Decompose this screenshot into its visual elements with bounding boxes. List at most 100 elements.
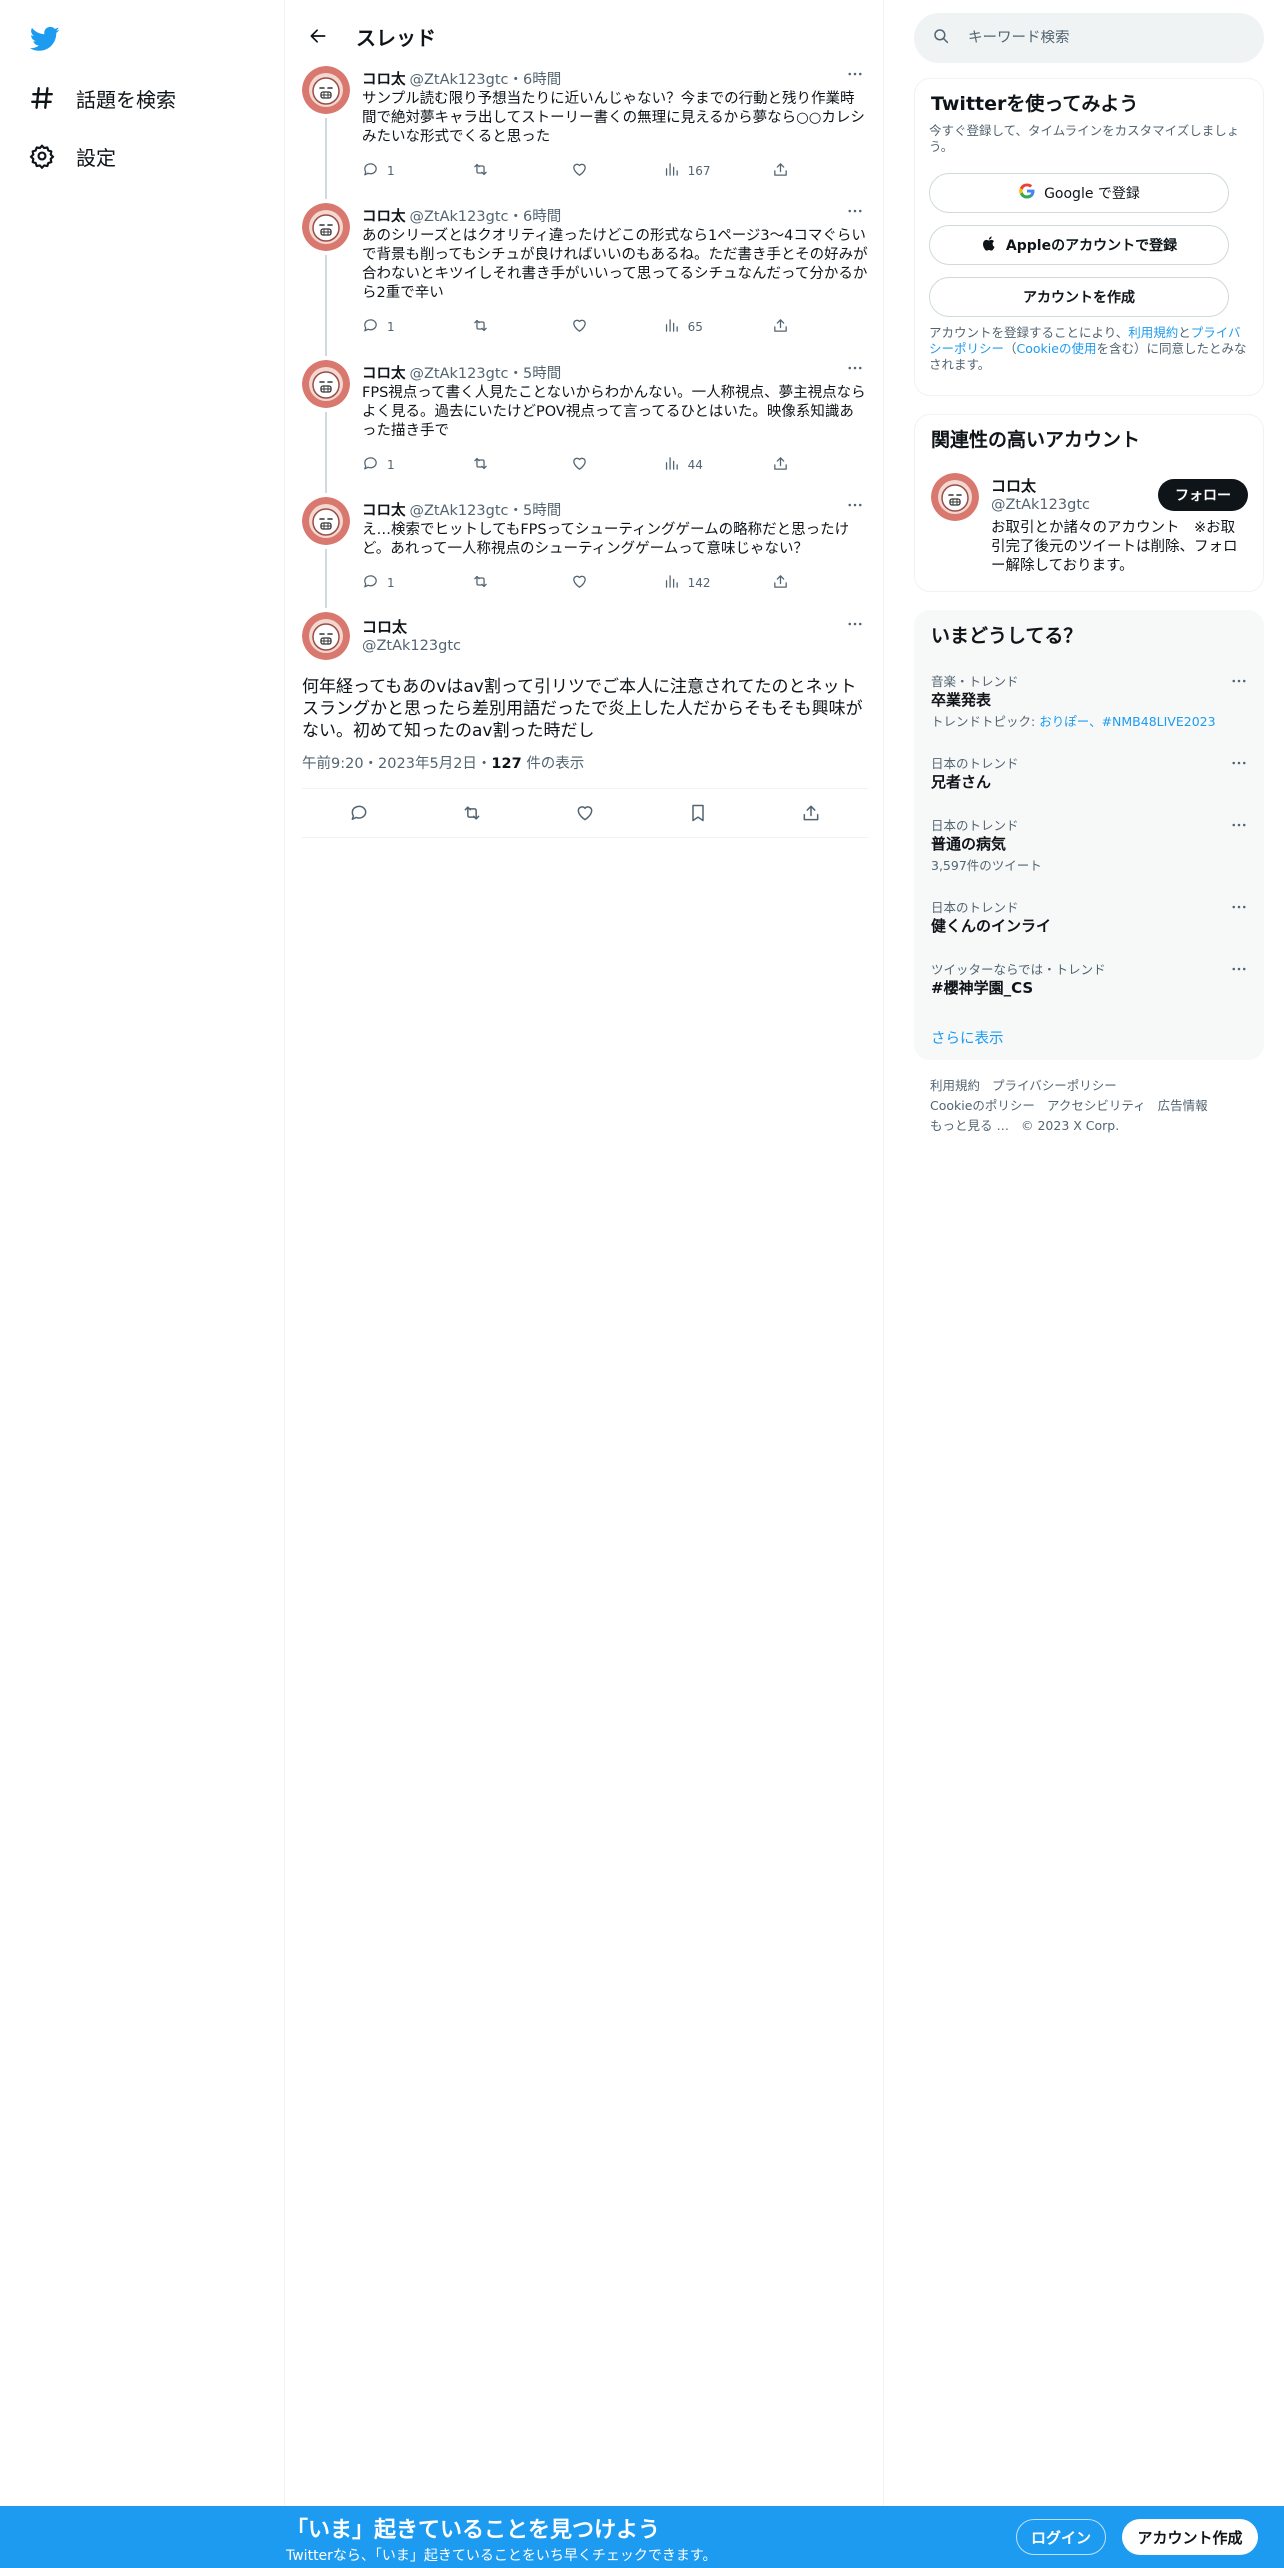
reply-count: 1 — [387, 320, 395, 334]
view-count: 142 — [687, 576, 711, 590]
views-button[interactable]: 65 — [663, 317, 773, 337]
more-options-icon[interactable] — [1225, 753, 1253, 773]
tweet-time[interactable]: ・6時間 — [508, 72, 561, 88]
tweet-actions: 1 65 — [362, 317, 802, 337]
author-handle[interactable]: @ZtAk123gtc — [410, 209, 509, 225]
retweet-icon[interactable] — [452, 793, 492, 833]
more-options-icon[interactable] — [1225, 959, 1253, 979]
apple-signup-button[interactable]: Appleのアカウントで登録 — [929, 225, 1229, 265]
author-handle[interactable]: @ZtAk123gtc — [410, 366, 509, 382]
author-name[interactable]: コロ太 — [362, 209, 406, 225]
view-count: 65 — [687, 320, 703, 334]
apple-icon — [981, 235, 998, 256]
views-button[interactable]: 142 — [663, 573, 773, 593]
back-arrow-icon[interactable] — [300, 18, 336, 54]
footer-link[interactable]: Cookieのポリシー — [930, 1096, 1035, 1116]
author-name[interactable]: コロ太 — [362, 72, 406, 88]
share-button[interactable] — [772, 317, 802, 337]
left-sidebar: 話題を検索 設定 — [0, 0, 285, 2568]
related-name[interactable]: コロ太 — [991, 475, 1036, 496]
trend-topics-links[interactable]: おりぽー、#NMB48LIVE2023 — [1039, 714, 1215, 729]
legal-text-3: （ — [1004, 341, 1017, 356]
tweet-time[interactable]: 午前9:20・2023年5月2日・ — [302, 756, 491, 772]
more-options-icon[interactable] — [840, 493, 870, 517]
related-handle[interactable]: @ZtAk123gtc — [991, 497, 1090, 513]
author-name[interactable]: コロ太 — [362, 616, 407, 637]
apple-signup-label: Appleのアカウントで登録 — [1005, 238, 1178, 254]
more-options-icon[interactable] — [1225, 815, 1253, 835]
avatar[interactable] — [302, 497, 350, 545]
more-options-icon[interactable] — [840, 612, 870, 636]
retweet-button[interactable] — [472, 455, 572, 475]
reply-button[interactable]: 1 — [362, 573, 472, 593]
avatar[interactable] — [931, 473, 979, 521]
author-handle[interactable]: @ZtAk123gtc — [410, 503, 509, 519]
bookmark-icon[interactable] — [678, 793, 718, 833]
author-handle[interactable]: @ZtAk123gtc — [362, 638, 461, 654]
more-options-icon[interactable] — [1225, 671, 1253, 691]
footer-link[interactable]: プライバシーポリシー — [992, 1076, 1117, 1096]
retweet-button[interactable] — [472, 317, 572, 337]
like-button[interactable] — [571, 317, 663, 337]
more-options-icon[interactable] — [840, 199, 870, 223]
search-box[interactable] — [914, 13, 1264, 63]
reply-button[interactable]: 1 — [362, 161, 472, 181]
cookie-link[interactable]: Cookieの使用 — [1017, 341, 1097, 356]
login-button[interactable]: ログイン — [1016, 2519, 1106, 2555]
reply-button[interactable]: 1 — [362, 317, 472, 337]
google-signup-button[interactable]: Google で登録 — [929, 173, 1229, 213]
views-button[interactable]: 167 — [663, 161, 773, 181]
like-button[interactable] — [571, 161, 663, 181]
footer-link[interactable]: 広告情報 — [1158, 1096, 1208, 1116]
twitter-logo-icon[interactable] — [29, 24, 60, 54]
author-handle[interactable]: @ZtAk123gtc — [410, 72, 509, 88]
author-name[interactable]: コロ太 — [362, 366, 406, 382]
views-icon — [663, 317, 680, 338]
like-button[interactable] — [571, 455, 663, 475]
create-account-button[interactable]: アカウントを作成 — [929, 277, 1229, 317]
more-options-icon[interactable] — [840, 356, 870, 380]
more-options-icon[interactable] — [840, 62, 870, 86]
nav-explore[interactable]: 話題を検索 — [28, 76, 176, 120]
tweet-text: あのシリーズとはクオリティ違ったけどこの形式なら1ページ3～4コマぐらいで背景も… — [362, 228, 868, 301]
avatar[interactable] — [302, 66, 350, 114]
reply-icon — [362, 317, 379, 338]
avatar[interactable] — [302, 612, 350, 660]
nav-settings-label: 設定 — [76, 145, 116, 170]
share-button[interactable] — [772, 161, 802, 181]
signup-button[interactable]: アカウント作成 — [1122, 2519, 1258, 2555]
search-input[interactable] — [968, 30, 1228, 46]
avatar[interactable] — [302, 360, 350, 408]
share-button[interactable] — [772, 573, 802, 593]
tweet-time[interactable]: ・6時間 — [508, 209, 561, 225]
share-icon — [772, 317, 789, 338]
trend-name: 兄者さん — [931, 773, 992, 791]
trend-context: 日本のトレンド — [931, 900, 1019, 915]
tweet-meta: コロ太 @ZtAk123gtc・5時間 — [362, 362, 561, 383]
footer-more-link[interactable]: もっと見る … — [930, 1116, 1009, 1136]
share-button[interactable] — [772, 455, 802, 475]
footer-link[interactable]: 利用規約 — [930, 1076, 980, 1096]
follow-button[interactable]: フォロー — [1158, 479, 1248, 511]
show-more-link[interactable]: さらに表示 — [931, 1027, 1004, 1048]
like-button[interactable] — [571, 573, 663, 593]
author-name[interactable]: コロ太 — [362, 503, 406, 519]
tweet-time[interactable]: ・5時間 — [508, 503, 561, 519]
trends-title: いまどうしてる？ — [931, 625, 1083, 647]
retweet-button[interactable] — [472, 161, 572, 181]
terms-link[interactable]: 利用規約 — [1128, 325, 1178, 340]
tweet-time[interactable]: ・5時間 — [508, 366, 561, 382]
like-icon[interactable] — [565, 793, 605, 833]
reply-button[interactable]: 1 — [362, 455, 472, 475]
retweet-button[interactable] — [472, 573, 572, 593]
thread-header: スレッド — [286, 0, 883, 72]
reply-icon[interactable] — [339, 793, 379, 833]
nav-settings[interactable]: 設定 — [28, 134, 116, 178]
share-icon[interactable] — [791, 793, 831, 833]
avatar[interactable] — [302, 203, 350, 251]
signup-title: Twitterを使ってみよう — [931, 93, 1139, 115]
footer-link[interactable]: アクセシビリティ — [1047, 1096, 1146, 1116]
more-options-icon[interactable] — [1225, 897, 1253, 917]
views-button[interactable]: 44 — [663, 455, 773, 475]
trend-context: 音楽・トレンド — [931, 674, 1019, 689]
